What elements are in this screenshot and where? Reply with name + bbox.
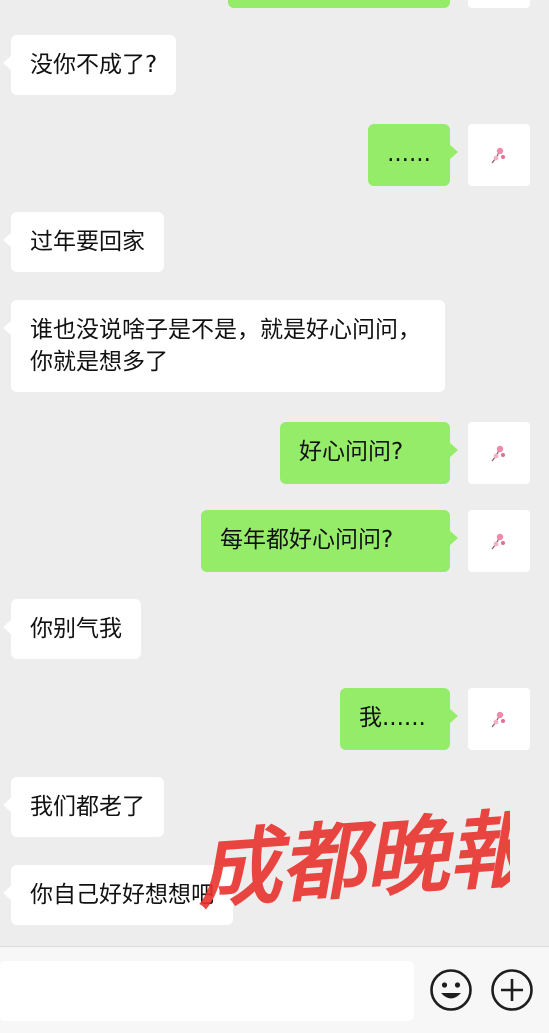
user-avatar[interactable] — [468, 0, 530, 8]
message-bubble-incoming[interactable]: 你别气我 — [3, 599, 141, 659]
flower-avatar-icon — [491, 533, 505, 550]
plus-circle-icon[interactable] — [490, 968, 534, 1012]
input-bar — [0, 946, 549, 1033]
user-avatar[interactable] — [468, 688, 530, 750]
chat-area: 没你不成了? ...... 过年要回家 谁也没说啥子是不是，就是好心问问，你就是… — [0, 0, 549, 946]
message-bubble-outgoing[interactable]: 每年都好心问问? — [201, 510, 458, 572]
user-avatar[interactable] — [468, 510, 530, 572]
message-bubble-incoming[interactable]: 没你不成了? — [2, 35, 177, 95]
message-bubble-incoming[interactable]: 你自己好好想想吧 — [3, 865, 233, 925]
user-avatar[interactable] — [468, 124, 530, 186]
newspaper-watermark-logo: 成都晚報 — [193, 798, 510, 920]
user-avatar[interactable] — [468, 422, 530, 484]
message-input[interactable] — [0, 961, 414, 1021]
flower-avatar-icon — [491, 445, 505, 462]
svg-text:成都晚報: 成都晚報 — [193, 798, 510, 920]
message-bubble-outgoing-partial[interactable] — [228, 0, 450, 8]
message-bubble-incoming[interactable]: 我们都老了 — [3, 777, 164, 837]
flower-avatar-icon — [491, 147, 505, 164]
message-bubble-incoming[interactable]: 谁也没说啥子是不是，就是好心问问，你就是想多了 — [3, 300, 445, 392]
smiley-face-icon[interactable] — [429, 968, 473, 1012]
message-bubble-outgoing[interactable]: 好心问问? — [280, 422, 458, 484]
message-bubble-outgoing[interactable]: 我...... — [340, 688, 458, 750]
message-bubble-outgoing[interactable]: ...... — [368, 124, 458, 186]
flower-avatar-icon — [491, 711, 505, 728]
message-bubble-incoming[interactable]: 过年要回家 — [3, 212, 164, 272]
